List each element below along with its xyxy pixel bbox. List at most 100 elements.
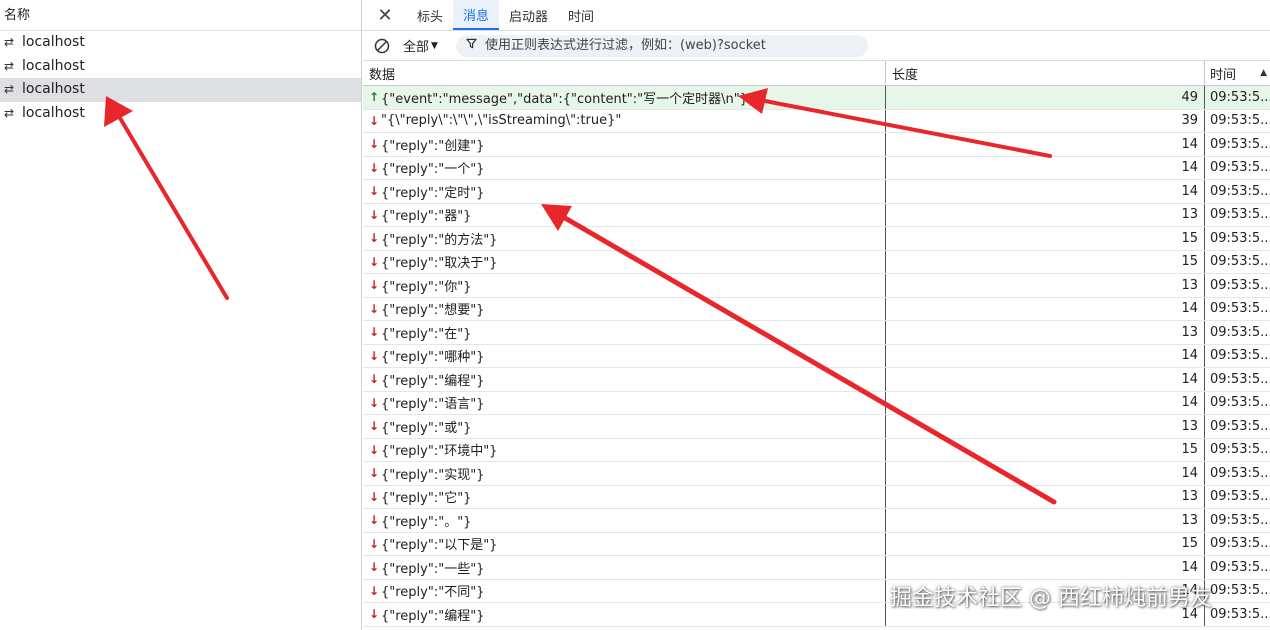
message-data: {"reply":"器"} — [381, 209, 472, 225]
message-row[interactable]: ↓ {"reply":"定时"} 14 09:53:5... — [363, 180, 1270, 204]
time-column-header[interactable]: 时间 ▲ — [1204, 61, 1270, 85]
message-row[interactable]: ↑ {"event":"message","data":{"content":"写… — [363, 86, 1270, 110]
message-row[interactable]: ↓ {"reply":"它"} 13 09:53:5... — [363, 485, 1270, 509]
message-time: 09:53:5... — [1204, 438, 1270, 461]
message-length: 15 — [885, 227, 1204, 250]
message-length: 14 — [885, 156, 1204, 179]
name-column-header[interactable]: 名称 — [0, 0, 361, 31]
message-length: 14 — [885, 368, 1204, 391]
message-row[interactable]: ↓ {"reply":"的方法"} 15 09:53:5... — [363, 227, 1270, 251]
message-length: 14 — [885, 297, 1204, 320]
received-arrow-icon: ↓ — [369, 466, 380, 481]
message-data: {"reply":"定时"} — [381, 185, 485, 201]
message-row[interactable]: ↓ "{\"reply\":\"\",\"isStreaming\":true}"… — [363, 109, 1270, 133]
request-item[interactable]: ⇄ localhost — [0, 31, 361, 55]
message-row[interactable]: ↓ {"reply":"语言"} 14 09:53:5... — [363, 391, 1270, 415]
message-data-cell: ↓ {"reply":"环境中"} — [363, 439, 885, 462]
message-row[interactable]: ↓ {"reply":"在"} 13 09:53:5... — [363, 321, 1270, 345]
message-time: 09:53:5... — [1204, 509, 1270, 532]
message-row[interactable]: ↓ {"reply":"哪种"} 14 09:53:5... — [363, 344, 1270, 368]
message-data: {"reply":"你"} — [381, 279, 472, 295]
message-row[interactable]: ↓ {"reply":"编程"} 14 09:53:5... — [363, 368, 1270, 392]
message-type-select[interactable]: 全部 ▼ — [403, 36, 438, 55]
message-row[interactable]: ↓ {"reply":"你"} 13 09:53:5... — [363, 274, 1270, 298]
message-data: {"reply":"在"} — [381, 326, 472, 342]
message-data: {"reply":"一些"} — [381, 561, 485, 577]
message-data: {"reply":"。"} — [381, 514, 472, 530]
message-data: {"reply":"实现"} — [381, 467, 485, 483]
message-row[interactable]: ↓ {"reply":"一些"} 14 09:53:5... — [363, 556, 1270, 580]
sent-arrow-icon: ↑ — [369, 90, 380, 105]
tab-headers[interactable]: 标头 — [407, 0, 453, 30]
message-length: 13 — [885, 509, 1204, 532]
message-time: 09:53:5... — [1204, 579, 1270, 602]
received-arrow-icon: ↓ — [369, 278, 380, 293]
received-arrow-icon: ↓ — [369, 560, 380, 575]
message-time: 09:53:5... — [1204, 180, 1270, 203]
message-time: 09:53:5... — [1204, 274, 1270, 297]
received-arrow-icon: ↓ — [369, 372, 380, 387]
message-row[interactable]: ↓ {"reply":"或"} 13 09:53:5... — [363, 415, 1270, 439]
message-time: 09:53:5... — [1204, 321, 1270, 344]
message-row[interactable]: ↓ {"reply":"创建"} 14 09:53:5... — [363, 133, 1270, 157]
received-arrow-icon: ↓ — [369, 395, 380, 410]
message-data: {"event":"message","data":{"content":"写一… — [381, 91, 757, 107]
message-row[interactable]: ↓ {"reply":"实现"} 14 09:53:5... — [363, 462, 1270, 486]
message-row[interactable]: ↓ {"reply":"取决于"} 15 09:53:5... — [363, 250, 1270, 274]
time-column-label: 时间 — [1210, 67, 1237, 83]
detail-pane: ✕ 标头 消息 启动器 时间 全部 ▼ 数据 长度 时间 ▲ ↑{"event"… — [363, 0, 1270, 630]
message-data-cell: ↓ {"reply":"以下是"} — [363, 533, 885, 556]
message-length: 13 — [885, 415, 1204, 438]
request-item[interactable]: ⇄ localhost — [0, 55, 361, 79]
block-icon[interactable] — [373, 37, 391, 55]
message-length: 14 — [885, 180, 1204, 203]
message-data-cell: ↑ {"event":"message","data":{"content":"写… — [363, 86, 885, 109]
message-time: 09:53:5... — [1204, 556, 1270, 579]
websocket-arrows-icon: ⇄ — [4, 58, 15, 73]
close-icon[interactable]: ✕ — [363, 0, 407, 30]
websocket-arrows-icon: ⇄ — [4, 35, 15, 49]
message-length: 13 — [885, 274, 1204, 297]
message-data-cell: ↓ {"reply":"一个"} — [363, 157, 885, 180]
message-table-header: 数据 长度 时间 ▲ — [363, 61, 1270, 86]
request-name: localhost — [22, 81, 85, 97]
detail-tabbar: ✕ 标头 消息 启动器 时间 — [363, 0, 1270, 31]
websocket-arrows-icon: ⇄ — [4, 105, 15, 120]
watermark: 掘金技术社区 @ 西红柿炖前男友 — [890, 586, 1212, 611]
request-list-pane: 名称 ⇄ localhost ⇄ localhost ⇄ localhost ⇄ localh… — [0, 0, 362, 630]
message-filter-bar: 全部 ▼ — [363, 31, 1270, 61]
message-table-body: ↑ {"event":"message","data":{"content":"写… — [363, 86, 1270, 627]
length-column-header[interactable]: 长度 — [885, 61, 1204, 85]
request-item[interactable]: ⇄ localhost — [0, 78, 361, 102]
message-data: {"reply":"哪种"} — [381, 350, 485, 366]
tab-initiator[interactable]: 启动器 — [499, 0, 558, 30]
message-time: 09:53:5... — [1204, 603, 1270, 626]
request-list: ⇄ localhost ⇄ localhost ⇄ localhost ⇄ localhost — [0, 31, 361, 125]
sort-ascending-icon: ▲ — [1260, 68, 1267, 78]
filter-box — [455, 34, 868, 57]
message-data-cell: ↓ {"reply":"或"} — [363, 415, 885, 438]
message-data-cell: ↓ {"reply":"创建"} — [363, 133, 885, 156]
message-row[interactable]: ↓ {"reply":"。"} 13 09:53:5... — [363, 509, 1270, 533]
data-column-header[interactable]: 数据 — [363, 61, 885, 85]
tab-timing[interactable]: 时间 — [558, 0, 604, 30]
message-row[interactable]: ↓ {"reply":"器"} 13 09:53:5... — [363, 203, 1270, 227]
filter-input[interactable] — [484, 38, 845, 53]
request-item[interactable]: ⇄ localhost — [0, 102, 361, 126]
message-time: 09:53:5... — [1204, 391, 1270, 414]
request-name: localhost — [22, 34, 85, 50]
message-length: 39 — [885, 109, 1204, 132]
message-time: 09:53:5... — [1204, 462, 1270, 485]
message-row[interactable]: ↓ {"reply":"想要"} 14 09:53:5... — [363, 297, 1270, 321]
message-length: 13 — [885, 203, 1204, 226]
message-data: {"reply":"一个"} — [381, 162, 485, 178]
message-length: 15 — [885, 532, 1204, 555]
message-row[interactable]: ↓ {"reply":"一个"} 14 09:53:5... — [363, 156, 1270, 180]
received-arrow-icon: ↓ — [369, 513, 380, 528]
message-row[interactable]: ↓ {"reply":"以下是"} 15 09:53:5... — [363, 532, 1270, 556]
received-arrow-icon: ↓ — [369, 536, 380, 551]
message-row[interactable]: ↓ {"reply":"环境中"} 15 09:53:5... — [363, 438, 1270, 462]
tab-messages[interactable]: 消息 — [453, 0, 500, 30]
message-data-cell: ↓ {"reply":"编程"} — [363, 603, 885, 626]
message-data: {"reply":"取决于"} — [381, 256, 498, 272]
